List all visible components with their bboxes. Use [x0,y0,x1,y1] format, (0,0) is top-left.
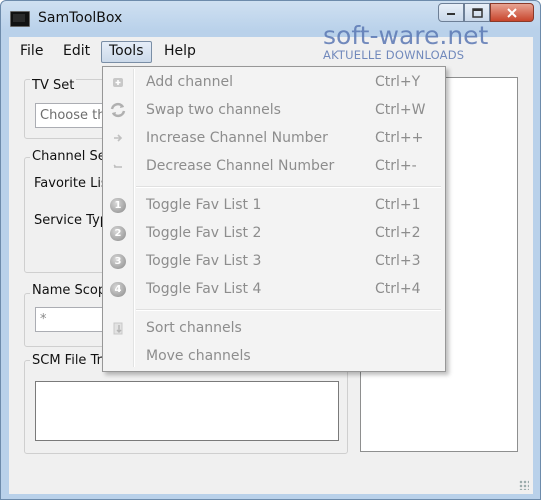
menu-file[interactable]: File [13,41,50,61]
heart-3-icon: 3 [109,252,127,270]
menu-item-shortcut: Ctrl+3 [375,253,421,269]
menu-item-label: Toggle Fav List 1 [146,197,262,213]
tools-menu-dropdown: Add channel Ctrl+Y Swap two channels Ctr… [102,66,446,372]
menu-item-toggle-fav-2[interactable]: 2 Toggle Fav List 2 Ctrl+2 [103,220,445,246]
service-type-label: Service Typ [34,213,109,228]
heart-2-icon: 2 [109,224,127,242]
menu-item-shortcut: Ctrl+2 [375,225,421,241]
scm-file-label: SCM File Tr [30,353,104,368]
heart-4-icon: 4 [109,280,127,298]
menu-separator [136,186,441,188]
increase-icon [109,129,127,147]
menu-item-label: Decrease Channel Number [146,158,335,174]
favorite-list-label: Favorite Lis [34,176,108,191]
menu-item-label: Toggle Fav List 2 [146,225,262,241]
menu-tools[interactable]: Tools [101,41,152,63]
close-icon [507,7,517,18]
menu-item-shortcut: Ctrl+1 [375,197,421,213]
menu-item-toggle-fav-4[interactable]: 4 Toggle Fav List 4 Ctrl+4 [103,276,445,302]
menu-item-label: Toggle Fav List 4 [146,281,262,297]
channel-settings-label: Channel Se [30,149,108,164]
menu-item-shortcut: Ctrl+W [375,102,426,118]
menu-item-sort-channels[interactable]: Sort channels [103,315,445,341]
menu-item-label: Move channels [146,348,251,364]
app-icon[interactable] [10,11,30,27]
menu-item-shortcut: Ctrl++ [375,130,424,146]
app-window: SamToolBox File Edit Tools Help TV Set C… [0,0,541,500]
menu-item-decrease-channel[interactable]: Decrease Channel Number Ctrl+- [103,153,445,179]
heart-1-icon: 1 [109,196,127,214]
menu-item-toggle-fav-1[interactable]: 1 Toggle Fav List 1 Ctrl+1 [103,192,445,218]
menu-item-move-channels[interactable]: Move channels [103,343,445,369]
scm-file-textbox[interactable] [35,381,339,441]
close-button[interactable] [490,3,534,22]
decrease-icon [109,157,127,175]
tv-set-label: TV Set [30,78,77,93]
watermark-tagline: AKTUELLE DOWNLOADS [323,48,465,62]
menu-item-label: Increase Channel Number [146,130,328,146]
window-controls [438,3,534,22]
menu-item-shortcut: Ctrl+Y [375,74,421,90]
menu-item-shortcut: Ctrl+- [375,158,417,174]
menu-item-increase-channel[interactable]: Increase Channel Number Ctrl++ [103,125,445,151]
menu-item-label: Swap two channels [146,102,281,118]
watermark: soft-ware.net AKTUELLE DOWNLOADS [323,21,489,62]
menu-item-add-channel[interactable]: Add channel Ctrl+Y [103,69,445,95]
watermark-brand: soft-ware.net [323,21,489,50]
minimize-icon [447,12,455,15]
maximize-button[interactable] [464,3,490,22]
menu-item-toggle-fav-3[interactable]: 3 Toggle Fav List 3 Ctrl+3 [103,248,445,274]
swap-icon [109,101,127,119]
maximize-icon [471,7,483,18]
menu-item-label: Add channel [146,74,233,90]
menu-item-swap-channels[interactable]: Swap two channels Ctrl+W [103,97,445,123]
menu-item-label: Sort channels [146,320,242,336]
menu-item-label: Toggle Fav List 3 [146,253,262,269]
menu-edit[interactable]: Edit [56,41,97,61]
menu-separator [136,309,441,311]
name-scope-label: Name Scop [30,283,109,298]
minimize-button[interactable] [438,3,464,22]
menu-item-shortcut: Ctrl+4 [375,281,421,297]
add-channel-icon [109,73,127,91]
sort-icon [109,319,127,337]
menu-help[interactable]: Help [157,41,203,61]
window-title: SamToolBox [38,10,123,26]
resize-grip[interactable] [519,480,529,490]
